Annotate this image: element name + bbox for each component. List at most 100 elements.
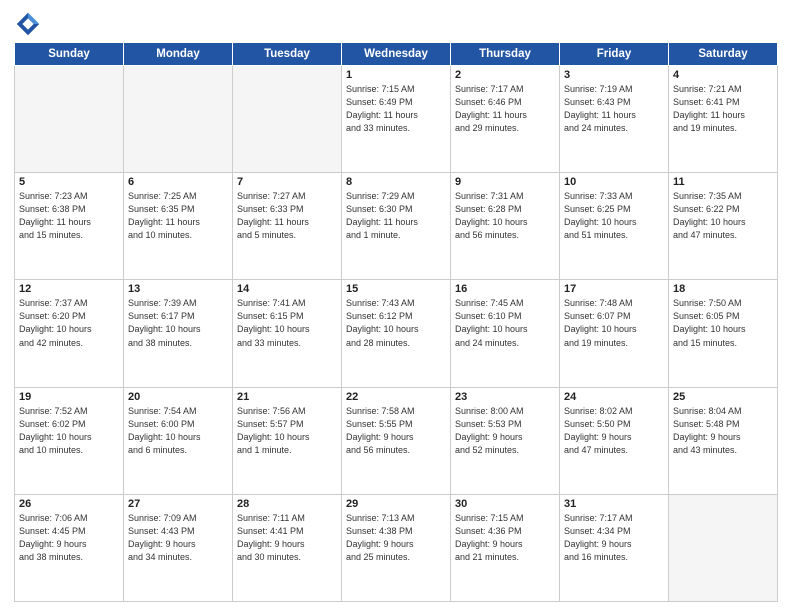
day-cell: 21 Sunrise: 7:56 AM Sunset: 5:57 PM Dayli…: [233, 387, 342, 494]
day-info: Sunrise: 7:27 AM Sunset: 6:33 PM Dayligh…: [237, 190, 337, 242]
day-info: Sunrise: 7:17 AM Sunset: 6:46 PM Dayligh…: [455, 83, 555, 135]
day-info: Sunrise: 7:21 AM Sunset: 6:41 PM Dayligh…: [673, 83, 773, 135]
header: [14, 10, 778, 38]
day-cell: 25Sunrise: 8:04 AM Sunset: 5:48 PM Dayli…: [669, 387, 778, 494]
col-header-saturday: Saturday: [669, 43, 778, 66]
week-row-5: 26 Sunrise: 7:06 AM Sunset: 4:45 PM Dayli…: [15, 494, 778, 601]
day-cell: 26 Sunrise: 7:06 AM Sunset: 4:45 PM Dayli…: [15, 494, 124, 601]
col-header-monday: Monday: [124, 43, 233, 66]
day-number: 24: [564, 391, 664, 403]
day-number: 17: [564, 283, 664, 295]
header-row: SundayMondayTuesdayWednesdayThursdayFrid…: [15, 43, 778, 66]
day-number: 6: [128, 176, 228, 188]
day-cell: 16Sunrise: 7:45 AM Sunset: 6:10 PM Dayli…: [451, 280, 560, 387]
day-number: 16: [455, 283, 555, 295]
day-info: Sunrise: 7:09 AM Sunset: 4:43 PM Dayligh…: [128, 512, 228, 564]
col-header-wednesday: Wednesday: [342, 43, 451, 66]
day-cell: 6 Sunrise: 7:25 AM Sunset: 6:35 PM Daylig…: [124, 173, 233, 280]
day-info: Sunrise: 7:54 AM Sunset: 6:00 PM Dayligh…: [128, 405, 228, 457]
calendar-table: SundayMondayTuesdayWednesdayThursdayFrid…: [14, 42, 778, 602]
day-number: 7: [237, 176, 337, 188]
week-row-1: 1 Sunrise: 7:15 AM Sunset: 6:49 PM Daylig…: [15, 66, 778, 173]
day-info: Sunrise: 8:00 AM Sunset: 5:53 PM Dayligh…: [455, 405, 555, 457]
day-number: 27: [128, 498, 228, 510]
day-cell: [233, 66, 342, 173]
day-info: Sunrise: 8:04 AM Sunset: 5:48 PM Dayligh…: [673, 405, 773, 457]
day-cell: 4Sunrise: 7:21 AM Sunset: 6:41 PM Daylig…: [669, 66, 778, 173]
day-cell: 22Sunrise: 7:58 AM Sunset: 5:55 PM Dayli…: [342, 387, 451, 494]
day-number: 19: [19, 391, 119, 403]
day-cell: 28 Sunrise: 7:11 AM Sunset: 4:41 PM Dayli…: [233, 494, 342, 601]
day-number: 9: [455, 176, 555, 188]
day-info: Sunrise: 7:29 AM Sunset: 6:30 PM Dayligh…: [346, 190, 446, 242]
calendar-header: SundayMondayTuesdayWednesdayThursdayFrid…: [15, 43, 778, 66]
day-cell: 27 Sunrise: 7:09 AM Sunset: 4:43 PM Dayli…: [124, 494, 233, 601]
calendar-body: 1 Sunrise: 7:15 AM Sunset: 6:49 PM Daylig…: [15, 66, 778, 602]
day-number: 10: [564, 176, 664, 188]
day-info: Sunrise: 7:17 AM Sunset: 4:34 PM Dayligh…: [564, 512, 664, 564]
day-cell: 10 Sunrise: 7:33 AM Sunset: 6:25 PM Dayli…: [560, 173, 669, 280]
day-number: 13: [128, 283, 228, 295]
day-number: 2: [455, 69, 555, 81]
day-info: Sunrise: 7:33 AM Sunset: 6:25 PM Dayligh…: [564, 190, 664, 242]
day-cell: 9 Sunrise: 7:31 AM Sunset: 6:28 PM Daylig…: [451, 173, 560, 280]
day-cell: 29 Sunrise: 7:13 AM Sunset: 4:38 PM Dayli…: [342, 494, 451, 601]
day-info: Sunrise: 7:37 AM Sunset: 6:20 PM Dayligh…: [19, 297, 119, 349]
day-cell: 1 Sunrise: 7:15 AM Sunset: 6:49 PM Daylig…: [342, 66, 451, 173]
day-number: 28: [237, 498, 337, 510]
day-number: 21: [237, 391, 337, 403]
day-number: 11: [673, 176, 773, 188]
day-number: 30: [455, 498, 555, 510]
day-number: 23: [455, 391, 555, 403]
day-number: 1: [346, 69, 446, 81]
day-cell: [669, 494, 778, 601]
day-cell: 14 Sunrise: 7:41 AM Sunset: 6:15 PM Dayli…: [233, 280, 342, 387]
day-cell: 5Sunrise: 7:23 AM Sunset: 6:38 PM Daylig…: [15, 173, 124, 280]
day-number: 31: [564, 498, 664, 510]
day-cell: [15, 66, 124, 173]
day-cell: 2 Sunrise: 7:17 AM Sunset: 6:46 PM Daylig…: [451, 66, 560, 173]
day-number: 18: [673, 283, 773, 295]
day-number: 8: [346, 176, 446, 188]
day-info: Sunrise: 7:15 AM Sunset: 4:36 PM Dayligh…: [455, 512, 555, 564]
logo-icon: [14, 10, 42, 38]
day-info: Sunrise: 7:06 AM Sunset: 4:45 PM Dayligh…: [19, 512, 119, 564]
day-cell: 18Sunrise: 7:50 AM Sunset: 6:05 PM Dayli…: [669, 280, 778, 387]
day-info: Sunrise: 7:15 AM Sunset: 6:49 PM Dayligh…: [346, 83, 446, 135]
day-info: Sunrise: 7:52 AM Sunset: 6:02 PM Dayligh…: [19, 405, 119, 457]
week-row-2: 5Sunrise: 7:23 AM Sunset: 6:38 PM Daylig…: [15, 173, 778, 280]
day-cell: 3 Sunrise: 7:19 AM Sunset: 6:43 PM Daylig…: [560, 66, 669, 173]
col-header-sunday: Sunday: [15, 43, 124, 66]
day-info: Sunrise: 7:58 AM Sunset: 5:55 PM Dayligh…: [346, 405, 446, 457]
day-cell: 11Sunrise: 7:35 AM Sunset: 6:22 PM Dayli…: [669, 173, 778, 280]
day-cell: 13 Sunrise: 7:39 AM Sunset: 6:17 PM Dayli…: [124, 280, 233, 387]
day-number: 14: [237, 283, 337, 295]
day-cell: 12 Sunrise: 7:37 AM Sunset: 6:20 PM Dayli…: [15, 280, 124, 387]
day-number: 15: [346, 283, 446, 295]
page: SundayMondayTuesdayWednesdayThursdayFrid…: [0, 0, 792, 612]
day-cell: [124, 66, 233, 173]
week-row-4: 19 Sunrise: 7:52 AM Sunset: 6:02 PM Dayli…: [15, 387, 778, 494]
day-number: 3: [564, 69, 664, 81]
day-info: Sunrise: 7:41 AM Sunset: 6:15 PM Dayligh…: [237, 297, 337, 349]
day-info: Sunrise: 7:56 AM Sunset: 5:57 PM Dayligh…: [237, 405, 337, 457]
day-info: Sunrise: 7:13 AM Sunset: 4:38 PM Dayligh…: [346, 512, 446, 564]
day-cell: 30 Sunrise: 7:15 AM Sunset: 4:36 PM Dayli…: [451, 494, 560, 601]
day-info: Sunrise: 7:43 AM Sunset: 6:12 PM Dayligh…: [346, 297, 446, 349]
day-info: Sunrise: 7:25 AM Sunset: 6:35 PM Dayligh…: [128, 190, 228, 242]
day-number: 26: [19, 498, 119, 510]
day-number: 29: [346, 498, 446, 510]
day-cell: 19 Sunrise: 7:52 AM Sunset: 6:02 PM Dayli…: [15, 387, 124, 494]
day-cell: 8 Sunrise: 7:29 AM Sunset: 6:30 PM Daylig…: [342, 173, 451, 280]
day-info: Sunrise: 7:31 AM Sunset: 6:28 PM Dayligh…: [455, 190, 555, 242]
col-header-thursday: Thursday: [451, 43, 560, 66]
col-header-friday: Friday: [560, 43, 669, 66]
day-info: Sunrise: 7:39 AM Sunset: 6:17 PM Dayligh…: [128, 297, 228, 349]
day-cell: 23 Sunrise: 8:00 AM Sunset: 5:53 PM Dayli…: [451, 387, 560, 494]
day-info: Sunrise: 7:11 AM Sunset: 4:41 PM Dayligh…: [237, 512, 337, 564]
day-cell: 7 Sunrise: 7:27 AM Sunset: 6:33 PM Daylig…: [233, 173, 342, 280]
day-info: Sunrise: 8:02 AM Sunset: 5:50 PM Dayligh…: [564, 405, 664, 457]
day-info: Sunrise: 7:23 AM Sunset: 6:38 PM Dayligh…: [19, 190, 119, 242]
day-info: Sunrise: 7:19 AM Sunset: 6:43 PM Dayligh…: [564, 83, 664, 135]
day-number: 12: [19, 283, 119, 295]
